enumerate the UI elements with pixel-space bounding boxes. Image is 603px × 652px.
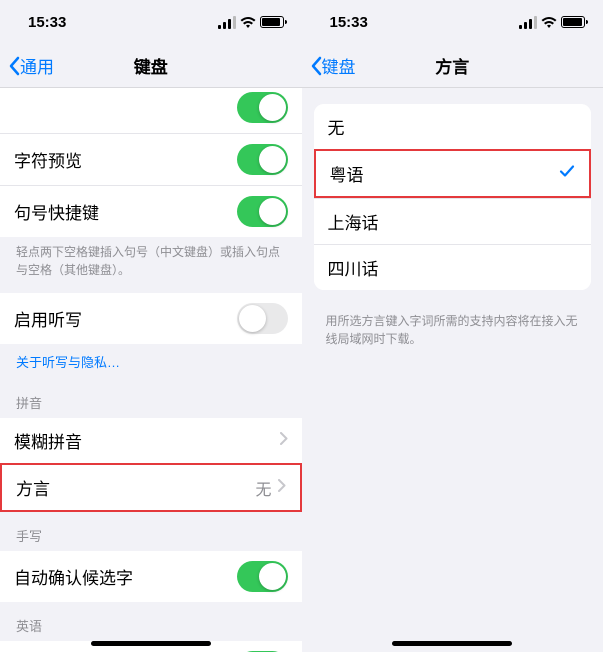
back-label: 通用 <box>20 53 54 78</box>
option-shanghainese[interactable]: 上海话 <box>314 198 592 244</box>
option-none[interactable]: 无 <box>314 104 592 149</box>
header-handwriting: 手写 <box>0 512 302 551</box>
auto-confirm-label: 自动确认候选字 <box>14 564 133 589</box>
navigation-bar: 键盘 方言 <box>302 44 603 88</box>
wifi-icon <box>240 16 256 28</box>
home-indicator <box>91 641 211 646</box>
status-bar: 15:33 <box>0 0 302 44</box>
status-bar: 15:33 <box>302 0 603 44</box>
checkmark-icon <box>559 163 575 184</box>
header-pinyin: 拼音 <box>0 379 302 418</box>
header-english: 英语 <box>0 602 302 641</box>
status-time: 15:33 <box>330 14 368 31</box>
toggle-switch[interactable] <box>237 92 288 123</box>
period-shortcut-label: 句号快捷键 <box>14 199 99 224</box>
navigation-bar: 通用 键盘 <box>0 44 302 88</box>
chevron-left-icon <box>8 56 20 76</box>
row-enable-dictation[interactable]: 启用听写 <box>0 293 302 344</box>
enable-dictation-label: 启用听写 <box>14 306 82 331</box>
dialect-value: 无 <box>255 476 271 500</box>
status-indicators <box>519 16 585 29</box>
option-sichuanese-label: 四川话 <box>328 255 379 280</box>
chevron-left-icon <box>310 56 322 76</box>
chevron-right-icon <box>278 479 286 497</box>
battery-icon <box>561 16 585 28</box>
row-period-shortcut[interactable]: 句号快捷键 <box>0 185 302 237</box>
row-char-preview[interactable]: 字符预览 <box>0 133 302 185</box>
option-cantonese-label: 粤语 <box>330 161 364 186</box>
row-partial[interactable] <box>0 88 302 133</box>
status-time: 15:33 <box>28 14 66 31</box>
fuzzy-pinyin-label: 模糊拼音 <box>14 428 82 453</box>
status-indicators <box>218 16 284 29</box>
toggle-switch[interactable] <box>237 303 288 334</box>
chevron-right-icon <box>280 432 288 450</box>
wifi-icon <box>541 16 557 28</box>
row-dialect[interactable]: 方言 无 <box>0 463 302 512</box>
row-auto-confirm[interactable]: 自动确认候选字 <box>0 551 302 602</box>
char-preview-label: 字符预览 <box>14 147 82 172</box>
battery-icon <box>260 16 284 28</box>
option-cantonese[interactable]: 粤语 <box>314 149 592 198</box>
back-button[interactable]: 通用 <box>8 53 54 78</box>
toggle-switch[interactable] <box>237 144 288 175</box>
toggle-switch[interactable] <box>237 561 288 592</box>
option-none-label: 无 <box>328 114 345 139</box>
footer-dialect-help: 用所选方言键入字词所需的支持内容将在接入无线局域网时下载。 <box>302 306 603 362</box>
row-fuzzy-pinyin[interactable]: 模糊拼音 <box>0 418 302 463</box>
toggle-switch[interactable] <box>237 196 288 227</box>
back-button[interactable]: 键盘 <box>310 53 356 78</box>
home-indicator <box>392 641 512 646</box>
cellular-icon <box>218 16 236 29</box>
cellular-icon <box>519 16 537 29</box>
back-label: 键盘 <box>322 53 356 78</box>
page-title: 方言 <box>435 53 469 78</box>
page-title: 键盘 <box>134 53 168 78</box>
option-sichuanese[interactable]: 四川话 <box>314 244 592 290</box>
footer-period-help: 轻点两下空格键插入句号（中文键盘）或插入句点与空格（其他键盘）。 <box>0 237 302 293</box>
dialect-label: 方言 <box>16 475 50 500</box>
option-shanghainese-label: 上海话 <box>328 209 379 234</box>
dictation-privacy-link[interactable]: 关于听写与隐私… <box>0 344 302 379</box>
